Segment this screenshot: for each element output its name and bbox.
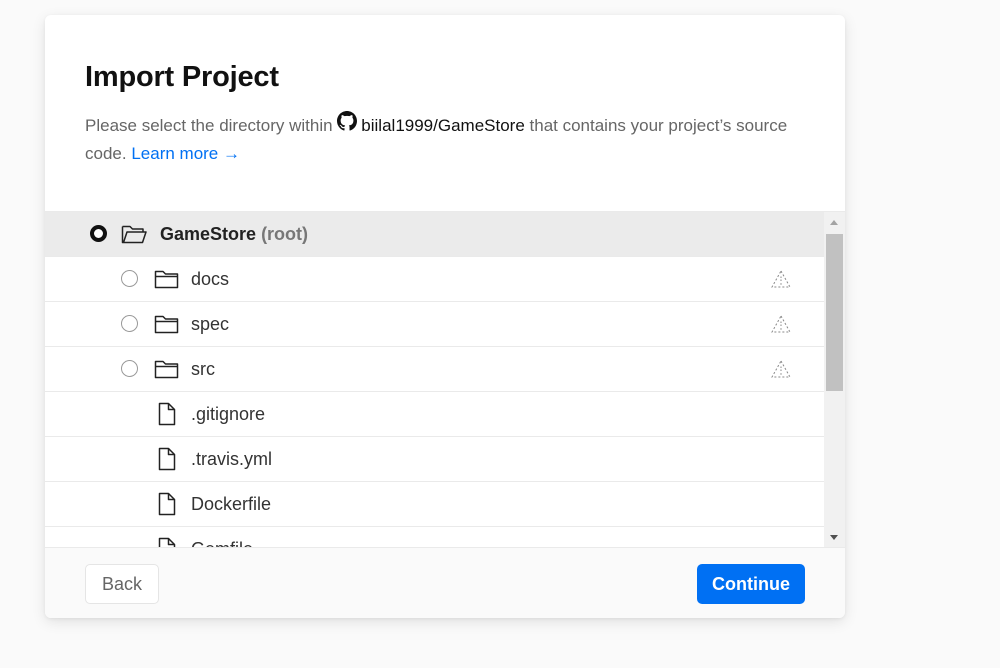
folder-icon bbox=[154, 270, 179, 289]
scroll-down-arrow-icon[interactable] bbox=[830, 535, 838, 540]
repo-reference: biilal1999/GameStore bbox=[337, 111, 525, 140]
root-name: GameStore bbox=[160, 224, 257, 244]
file-icon bbox=[158, 402, 176, 426]
folder-radio-spec[interactable] bbox=[121, 315, 138, 332]
folder-radio-src[interactable] bbox=[121, 360, 138, 377]
dialog-footer: Back Continue bbox=[45, 547, 845, 618]
file-label-gitignore: .gitignore bbox=[191, 404, 266, 424]
file-icon bbox=[158, 447, 176, 471]
root-radio[interactable] bbox=[90, 225, 107, 242]
warning-icon bbox=[771, 359, 791, 378]
repo-name: biilal1999/GameStore bbox=[361, 116, 525, 135]
directory-tree: GameStore (root) docs spec src .gitignor… bbox=[45, 211, 845, 548]
description-before: Please select the directory within bbox=[85, 116, 333, 135]
folder-label-docs: docs bbox=[191, 269, 230, 289]
tree-row-file-gitignore: .gitignore bbox=[45, 392, 824, 437]
dialog-description: Please select the directory within biila… bbox=[85, 111, 815, 168]
file-label-dockerfile: Dockerfile bbox=[191, 494, 272, 514]
tree-row-file-dockerfile: Dockerfile bbox=[45, 482, 824, 527]
tree-row-folder-docs[interactable]: docs bbox=[45, 257, 824, 302]
folder-label-spec: spec bbox=[191, 314, 230, 334]
dialog-title: Import Project bbox=[85, 61, 279, 93]
tree-row-root[interactable]: GameStore (root) bbox=[45, 212, 824, 257]
continue-button[interactable]: Continue bbox=[697, 564, 805, 604]
root-label: GameStore (root) bbox=[160, 224, 308, 244]
folder-icon bbox=[154, 315, 179, 334]
warning-icon bbox=[771, 269, 791, 288]
folder-radio-docs[interactable] bbox=[121, 270, 138, 287]
file-label-travis: .travis.yml bbox=[191, 449, 272, 469]
scroll-up-arrow-icon[interactable] bbox=[830, 220, 838, 225]
back-button[interactable]: Back bbox=[85, 564, 159, 604]
import-project-dialog: Import Project Please select the directo… bbox=[45, 15, 845, 618]
tree-scrollbar[interactable] bbox=[824, 212, 845, 548]
tree-row-folder-spec[interactable]: spec bbox=[45, 302, 824, 347]
dialog-header: Import Project Please select the directo… bbox=[45, 15, 845, 167]
learn-more-link[interactable]: Learn more → bbox=[131, 144, 240, 163]
scrollbar-thumb[interactable] bbox=[826, 234, 843, 391]
folder-label-src: src bbox=[191, 359, 215, 379]
github-icon bbox=[337, 111, 358, 131]
folder-open-icon bbox=[121, 225, 147, 244]
tree-row-file-gemfile: Gemfile bbox=[45, 527, 824, 548]
tree-row-folder-src[interactable]: src bbox=[45, 347, 824, 392]
tree-row-file-travis: .travis.yml bbox=[45, 437, 824, 482]
folder-icon bbox=[154, 360, 179, 379]
file-icon bbox=[158, 492, 176, 516]
warning-icon bbox=[771, 314, 791, 333]
tree-rows: GameStore (root) docs spec src .gitignor… bbox=[45, 212, 824, 548]
root-suffix: (root) bbox=[261, 224, 309, 244]
